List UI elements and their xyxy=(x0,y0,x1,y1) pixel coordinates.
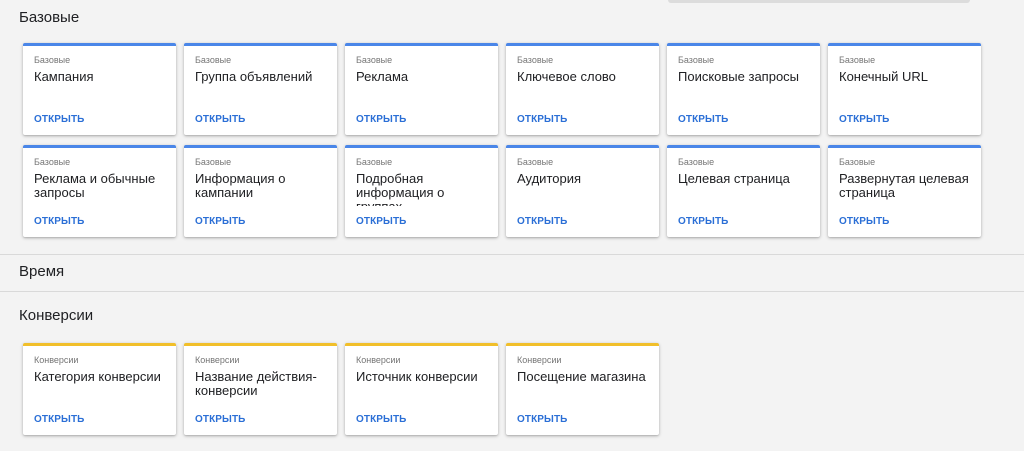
open-button[interactable]: ОТКРЫТЬ xyxy=(839,114,889,126)
report-card-conversion-action-name[interactable]: Конверсии Название действия-конверсии ОТ… xyxy=(184,343,337,435)
open-button[interactable]: ОТКРЫТЬ xyxy=(34,114,84,126)
open-button[interactable]: ОТКРЫТЬ xyxy=(517,114,567,126)
report-card-ad-group[interactable]: Базовые Группа объявлений ОТКРЫТЬ xyxy=(184,43,337,135)
card-title: Целевая страница xyxy=(678,172,790,186)
report-card-landing-page[interactable]: Базовые Целевая страница ОТКРЫТЬ xyxy=(667,145,820,237)
open-button[interactable]: ОТКРЫТЬ xyxy=(356,414,406,426)
report-card-final-url[interactable]: Базовые Конечный URL ОТКРЫТЬ xyxy=(828,43,981,135)
card-title: Развернутая целевая страница xyxy=(839,172,969,200)
report-card-ad[interactable]: Базовые Реклама ОТКРЫТЬ xyxy=(345,43,498,135)
card-category: Базовые xyxy=(34,157,71,167)
card-title: Аудитория xyxy=(517,172,582,186)
card-category: Конверсии xyxy=(34,355,79,365)
report-card-store-visits[interactable]: Конверсии Посещение магазина ОТКРЫТЬ xyxy=(506,343,659,435)
card-category: Базовые xyxy=(195,157,232,167)
report-card-conversion-source[interactable]: Конверсии Источник конверсии ОТКРЫТЬ xyxy=(345,343,498,435)
open-button[interactable]: ОТКРЫТЬ xyxy=(195,114,245,126)
section-title-time[interactable]: Время xyxy=(19,263,64,281)
open-button[interactable]: ОТКРЫТЬ xyxy=(517,216,567,228)
open-button[interactable]: ОТКРЫТЬ xyxy=(356,216,406,228)
card-category: Конверсии xyxy=(195,355,240,365)
report-card-campaign-details[interactable]: Базовые Информация о кампании ОТКРЫТЬ xyxy=(184,145,337,237)
open-button[interactable]: ОТКРЫТЬ xyxy=(678,216,728,228)
report-card-audience[interactable]: Базовые Аудитория ОТКРЫТЬ xyxy=(506,145,659,237)
section-divider xyxy=(0,291,1024,292)
report-card-ad-group-details[interactable]: Базовые Подробная информация о группах О… xyxy=(345,145,498,237)
card-category: Конверсии xyxy=(356,355,401,365)
report-card-expanded-landing-page[interactable]: Базовые Развернутая целевая страница ОТК… xyxy=(828,145,981,237)
card-title: Категория конверсии xyxy=(34,370,161,384)
section-title-basic: Базовые xyxy=(19,9,80,26)
card-title: Посещение магазина xyxy=(517,370,646,384)
card-title: Информация о кампании xyxy=(195,172,286,200)
card-category: Базовые xyxy=(678,157,715,167)
card-title: Группа объявлений xyxy=(195,70,313,84)
report-templates-page: Базовые Базовые Кампания ОТКРЫТЬ Базовые… xyxy=(0,0,1024,451)
card-category: Базовые xyxy=(195,55,232,65)
open-button[interactable]: ОТКРЫТЬ xyxy=(517,414,567,426)
card-title: Название действия-конверсии xyxy=(195,370,317,398)
card-category: Конверсии xyxy=(517,355,562,365)
open-button[interactable]: ОТКРЫТЬ xyxy=(678,114,728,126)
card-category: Базовые xyxy=(839,157,876,167)
open-button[interactable]: ОТКРЫТЬ xyxy=(195,216,245,228)
card-title: Кампания xyxy=(34,70,94,84)
card-title: Реклама xyxy=(356,70,409,84)
open-button[interactable]: ОТКРЫТЬ xyxy=(356,114,406,126)
card-category: Базовые xyxy=(356,55,393,65)
report-card-paid-organic[interactable]: Базовые Реклама и обычные запросы ОТКРЫТ… xyxy=(23,145,176,237)
card-category: Базовые xyxy=(678,55,715,65)
card-title: Конечный URL xyxy=(839,70,928,84)
open-button[interactable]: ОТКРЫТЬ xyxy=(839,216,889,228)
card-title: Ключевое слово xyxy=(517,70,616,84)
card-title: Реклама и обычные запросы xyxy=(34,172,156,200)
card-category: Базовые xyxy=(839,55,876,65)
card-title: Подробная информация о группах xyxy=(356,172,445,206)
section-title-conversions: Конверсии xyxy=(19,307,94,324)
report-card-search-terms[interactable]: Базовые Поисковые запросы ОТКРЫТЬ xyxy=(667,43,820,135)
open-button[interactable]: ОТКРЫТЬ xyxy=(34,216,84,228)
card-title: Источник конверсии xyxy=(356,370,478,384)
open-button[interactable]: ОТКРЫТЬ xyxy=(195,414,245,426)
report-card-keyword[interactable]: Базовые Ключевое слово ОТКРЫТЬ xyxy=(506,43,659,135)
open-button[interactable]: ОТКРЫТЬ xyxy=(34,414,84,426)
section-divider xyxy=(0,254,1024,255)
report-card-conversion-category[interactable]: Конверсии Категория конверсии ОТКРЫТЬ xyxy=(23,343,176,435)
report-card-campaign[interactable]: Базовые Кампания ОТКРЫТЬ xyxy=(23,43,176,135)
card-category: Базовые xyxy=(356,157,393,167)
card-category: Базовые xyxy=(517,157,554,167)
top-scroll-edge xyxy=(668,0,970,3)
card-title: Поисковые запросы xyxy=(678,70,800,84)
card-category: Базовые xyxy=(34,55,71,65)
card-category: Базовые xyxy=(517,55,554,65)
